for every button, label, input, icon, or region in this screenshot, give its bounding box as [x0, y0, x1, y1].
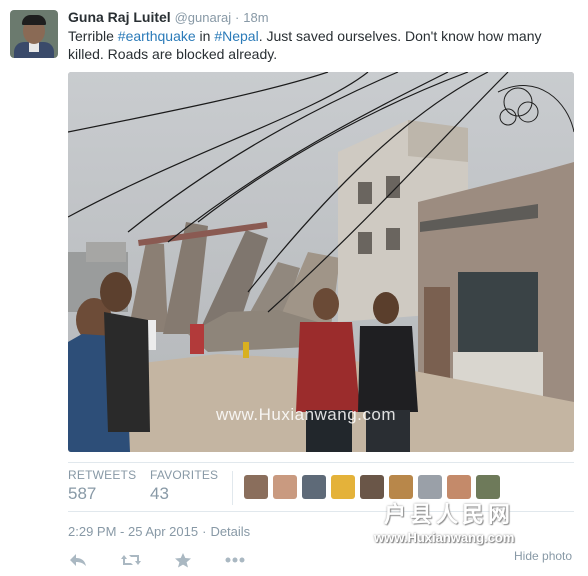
favoriter-avatar[interactable] [273, 475, 297, 499]
header-separator: · [235, 10, 240, 25]
favoriter-avatar[interactable] [447, 475, 471, 499]
favorites-count: 43 [150, 484, 169, 503]
favoriter-avatar[interactable] [389, 475, 413, 499]
favoriter-avatar[interactable] [302, 475, 326, 499]
more-icon[interactable] [224, 552, 246, 572]
meta-separator: · [202, 524, 207, 539]
author-avatar[interactable] [10, 10, 58, 58]
details-link[interactable]: Details [210, 524, 250, 539]
tweet-text-part: in [195, 28, 215, 44]
hide-photo-link[interactable]: Hide photo [514, 549, 572, 563]
tweet-timestamp[interactable]: 2:29 PM - 25 Apr 2015 [68, 524, 198, 539]
author-handle[interactable]: @gunaraj [175, 10, 232, 25]
stats-divider [232, 471, 233, 505]
hashtag-nepal[interactable]: #Nepal [214, 28, 258, 44]
favorite-icon[interactable] [174, 552, 196, 572]
favoriter-avatar[interactable] [418, 475, 442, 499]
favorites-label: FAVORITES [150, 468, 219, 482]
favoriter-avatar[interactable] [331, 475, 355, 499]
tweet-text: Terrible #earthquake in #Nepal. Just sav… [68, 27, 568, 63]
tweet-card: Guna Raj Luitel @gunaraj · 18m Terrible … [0, 0, 588, 576]
site-logo-watermark: 户县人民网 [384, 502, 515, 527]
reply-icon[interactable] [68, 552, 90, 572]
favoriter-avatar[interactable] [476, 475, 500, 499]
retweets-stat[interactable]: RETWEETS 587 [68, 468, 136, 504]
favoriter-avatar[interactable] [244, 475, 268, 499]
photo-watermark: www.Huxianwang.com [216, 405, 397, 424]
hashtag-earthquake[interactable]: #earthquake [118, 28, 196, 44]
retweets-label: RETWEETS [68, 468, 137, 482]
tweet-meta: 2:29 PM - 25 Apr 2015 · Details [68, 524, 250, 539]
favoriter-avatar[interactable] [360, 475, 384, 499]
tweet-time[interactable]: 18m [243, 10, 268, 25]
tweet-header: Guna Raj Luitel @gunaraj · 18m [68, 8, 269, 27]
earthquake-photo-illustration [68, 72, 574, 452]
tweet-photo[interactable]: www.Huxianwang.com [68, 72, 574, 452]
retweets-count: 587 [68, 484, 97, 503]
author-name[interactable]: Guna Raj Luitel [68, 9, 171, 25]
retweet-icon[interactable] [120, 552, 142, 572]
favorites-stat[interactable]: FAVORITES 43 [150, 468, 218, 504]
site-url-watermark: www.Huxianwang.com [374, 530, 515, 545]
tweet-text-part: Terrible [68, 28, 118, 44]
